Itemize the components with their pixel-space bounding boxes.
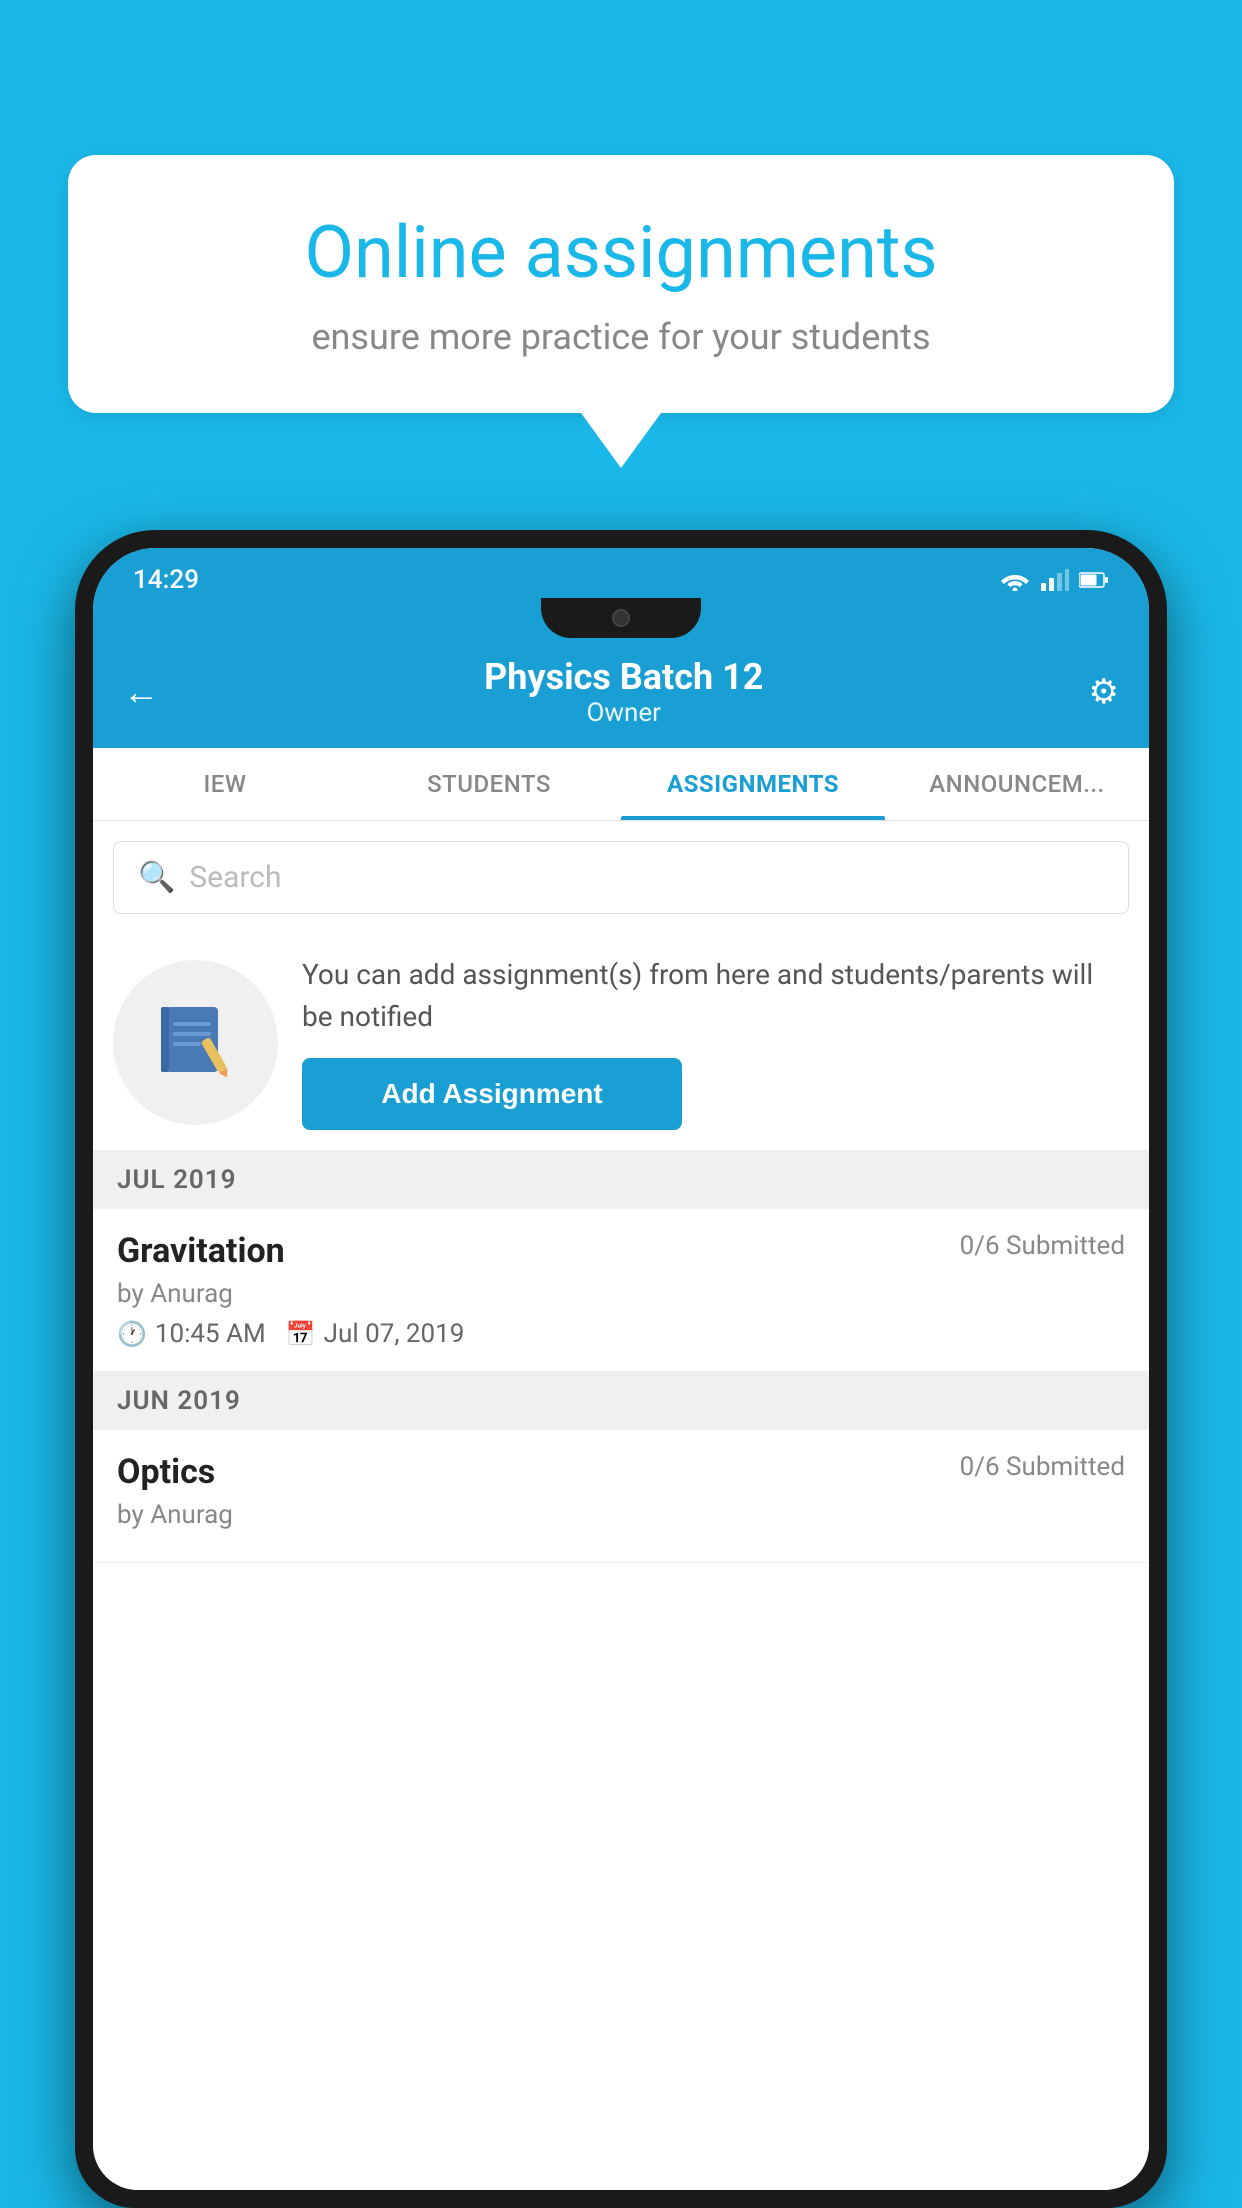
search-icon: 🔍 xyxy=(138,860,175,895)
status-icons xyxy=(999,569,1109,591)
assignment-by-optics: by Anurag xyxy=(117,1500,1125,1530)
content-area: 🔍 Search xyxy=(93,821,1149,2190)
app-header: ← Physics Batch 12 Owner ⚙ xyxy=(93,638,1149,748)
speech-bubble-subtitle: ensure more practice for your students xyxy=(128,316,1114,358)
speech-bubble-title: Online assignments xyxy=(128,210,1114,296)
notebook-icon xyxy=(151,997,241,1087)
speech-bubble-tail xyxy=(581,413,661,468)
promo-text-block: You can add assignment(s) from here and … xyxy=(302,954,1129,1130)
assignment-row1-optics: Optics 0/6 Submitted xyxy=(117,1452,1125,1492)
wifi-icon xyxy=(999,569,1031,591)
assignment-name-optics: Optics xyxy=(117,1452,215,1492)
tab-iew[interactable]: IEW xyxy=(93,748,357,820)
status-time: 14:29 xyxy=(133,565,199,595)
battery-icon xyxy=(1079,571,1109,589)
camera-dot xyxy=(612,609,630,627)
assignment-meta-gravitation: 🕐 10:45 AM 📅 Jul 07, 2019 xyxy=(117,1319,1125,1349)
assignment-item-optics[interactable]: Optics 0/6 Submitted by Anurag xyxy=(93,1430,1149,1563)
section-header-jul: JUL 2019 xyxy=(93,1151,1149,1209)
header-title: Physics Batch 12 xyxy=(484,656,763,698)
header-subtitle: Owner xyxy=(484,698,763,728)
phone-frame: 14:29 xyxy=(75,530,1167,2208)
search-bar[interactable]: 🔍 Search xyxy=(113,841,1129,914)
calendar-icon: 📅 xyxy=(286,1320,316,1348)
tabs-bar: IEW STUDENTS ASSIGNMENTS ANNOUNCEM... xyxy=(93,748,1149,821)
assignment-date-gravitation: 📅 Jul 07, 2019 xyxy=(286,1319,465,1349)
header-title-block: Physics Batch 12 Owner xyxy=(484,656,763,728)
assignment-icon-circle xyxy=(113,960,278,1125)
notch-area xyxy=(93,598,1149,638)
promo-description: You can add assignment(s) from here and … xyxy=(302,954,1129,1038)
tab-announcements[interactable]: ANNOUNCEM... xyxy=(885,748,1149,820)
section-header-jun: JUN 2019 xyxy=(93,1372,1149,1430)
notch xyxy=(541,598,701,638)
assignment-item-gravitation[interactable]: Gravitation 0/6 Submitted by Anurag 🕐 10… xyxy=(93,1209,1149,1372)
clock-icon: 🕐 xyxy=(117,1320,147,1348)
tab-assignments[interactable]: ASSIGNMENTS xyxy=(621,748,885,820)
assignment-row1: Gravitation 0/6 Submitted xyxy=(117,1231,1125,1271)
assignment-time-gravitation: 🕐 10:45 AM xyxy=(117,1319,266,1349)
assignment-submitted-gravitation: 0/6 Submitted xyxy=(960,1231,1125,1261)
add-assignment-button[interactable]: Add Assignment xyxy=(302,1058,682,1130)
back-button[interactable]: ← xyxy=(123,671,159,713)
search-input[interactable]: Search xyxy=(189,860,281,895)
settings-button[interactable]: ⚙ xyxy=(1089,672,1119,712)
signal-icon xyxy=(1041,569,1069,591)
assignment-name-gravitation: Gravitation xyxy=(117,1231,285,1271)
assignment-by-gravitation: by Anurag xyxy=(117,1279,1125,1309)
promo-section: You can add assignment(s) from here and … xyxy=(93,934,1149,1151)
tab-students[interactable]: STUDENTS xyxy=(357,748,621,820)
speech-bubble: Online assignments ensure more practice … xyxy=(68,155,1174,413)
speech-bubble-wrapper: Online assignments ensure more practice … xyxy=(68,155,1174,468)
assignment-submitted-optics: 0/6 Submitted xyxy=(960,1452,1125,1482)
phone-inner: 14:29 xyxy=(93,548,1149,2190)
